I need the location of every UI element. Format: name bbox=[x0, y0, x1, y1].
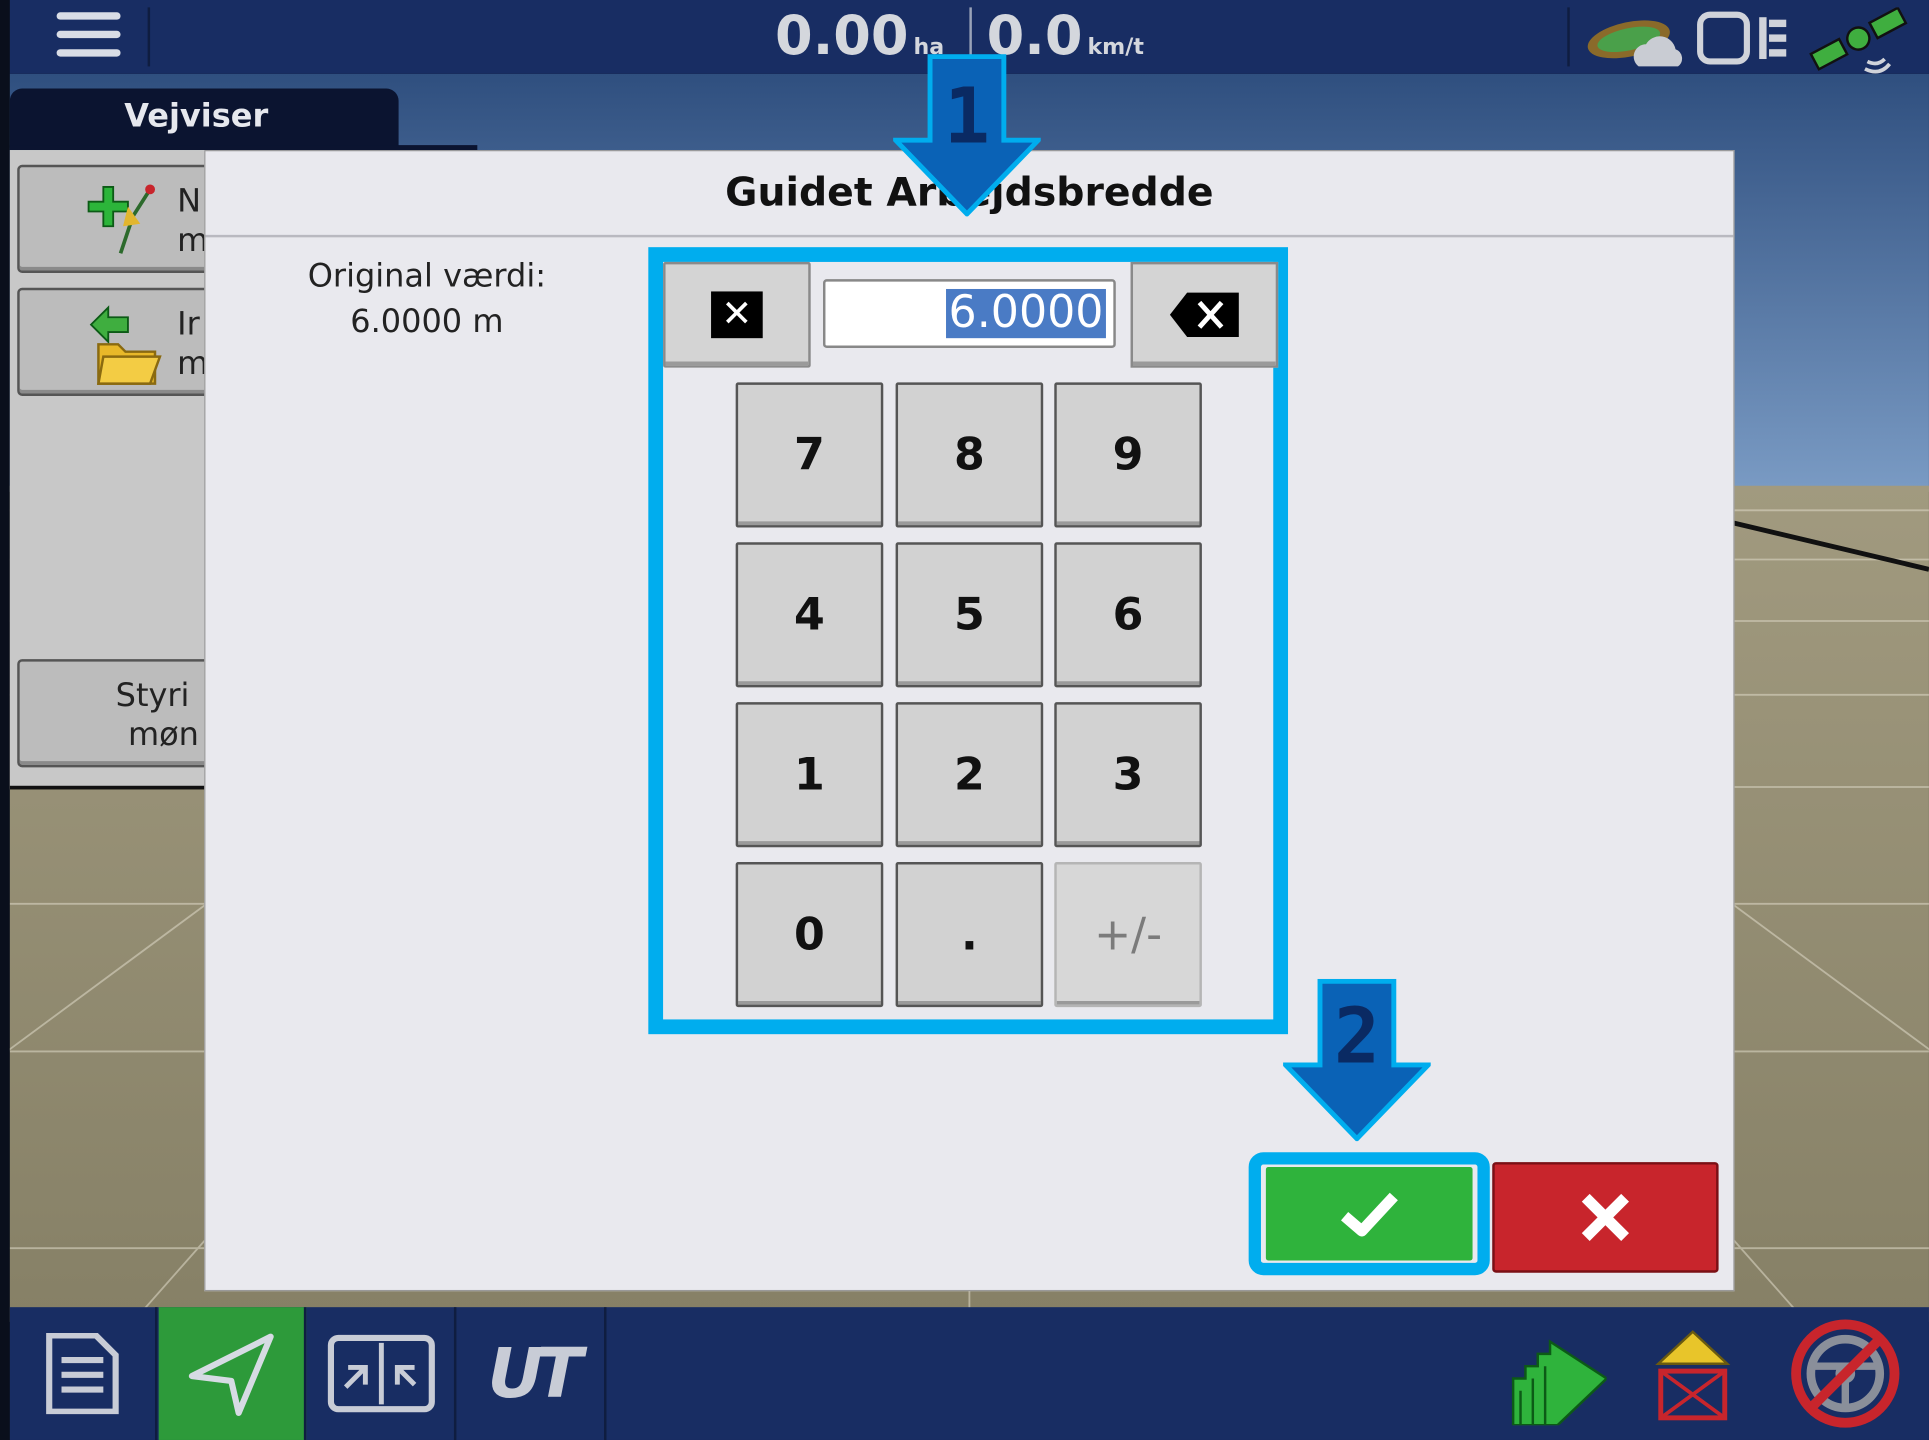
close-icon bbox=[1581, 1193, 1630, 1241]
speed-unit: km/t bbox=[1087, 34, 1144, 61]
display-devices-icon[interactable] bbox=[1695, 7, 1793, 68]
key-6[interactable]: 6 bbox=[1054, 542, 1202, 688]
cancel-button[interactable] bbox=[1492, 1162, 1719, 1273]
key-8[interactable]: 8 bbox=[895, 382, 1044, 528]
import-pattern-button[interactable]: Ir m bbox=[17, 287, 227, 396]
key-0[interactable]: 0 bbox=[735, 862, 884, 1008]
document-icon bbox=[46, 1332, 119, 1415]
import-folder-icon bbox=[89, 305, 162, 385]
product-swath-icon[interactable] bbox=[1653, 1329, 1732, 1422]
checkmark-icon bbox=[1341, 1192, 1398, 1237]
gps-satellite-icon[interactable] bbox=[1803, 7, 1916, 76]
key-5[interactable]: 5 bbox=[895, 542, 1044, 688]
confirm-button[interactable] bbox=[1265, 1166, 1473, 1261]
key-decimal[interactable]: . bbox=[895, 862, 1044, 1008]
key-9[interactable]: 9 bbox=[1054, 382, 1202, 528]
new-pattern-button[interactable]: N m bbox=[17, 164, 227, 273]
tab-guidance-label: Vejviser bbox=[124, 98, 269, 136]
screen: 0.00 ha 0.0 km/t Vejviser N m Ir m Styri… bbox=[0, 0, 1929, 1440]
key-plus-minus: +/- bbox=[1054, 862, 1202, 1008]
work-width-dialog: Guidet Arbejdsbredde Original værdi: 6.0… bbox=[204, 150, 1735, 1292]
steering-pattern-label-2: møn bbox=[127, 716, 199, 754]
nav-universal-terminal[interactable]: UT bbox=[459, 1307, 607, 1440]
original-value-block: Original værdi: 6.0000 m bbox=[279, 255, 574, 346]
key-7[interactable]: 7 bbox=[735, 382, 884, 528]
guidance-arrow-icon bbox=[188, 1333, 274, 1416]
backspace-icon bbox=[1169, 292, 1239, 337]
divider bbox=[147, 7, 151, 67]
key-4[interactable]: 4 bbox=[735, 542, 884, 688]
step-1-arrow: 1 bbox=[889, 54, 1045, 218]
bottom-nav-bar: UT bbox=[9, 1307, 1929, 1440]
ut-icon: UT bbox=[487, 1333, 583, 1414]
value-input-text: 6.0000 bbox=[946, 288, 1106, 339]
step-2-arrow: 2 bbox=[1279, 978, 1435, 1143]
tab-guidance[interactable]: Vejviser bbox=[9, 88, 399, 148]
nav-split-screen[interactable] bbox=[309, 1307, 457, 1440]
import-pattern-label-1: Ir bbox=[177, 306, 200, 344]
key-1[interactable]: 1 bbox=[735, 702, 884, 848]
nav-guidance[interactable] bbox=[158, 1307, 307, 1440]
step-1-number: 1 bbox=[943, 71, 990, 162]
new-guideline-icon bbox=[87, 184, 156, 254]
key-2[interactable]: 2 bbox=[895, 702, 1044, 848]
hamburger-menu-icon[interactable] bbox=[56, 12, 121, 61]
area-value: 0.00 bbox=[775, 4, 909, 68]
clear-icon: ✕ bbox=[711, 291, 763, 339]
dialog-title-separator bbox=[205, 234, 1734, 238]
original-value: 6.0000 m bbox=[350, 303, 504, 341]
steering-pattern-label-1: Styri bbox=[115, 677, 190, 715]
divider bbox=[1567, 7, 1570, 67]
backspace-button[interactable] bbox=[1130, 261, 1279, 368]
step-2-number: 2 bbox=[1333, 991, 1380, 1081]
value-input[interactable]: 6.0000 bbox=[823, 279, 1116, 349]
new-pattern-label-1: N bbox=[177, 183, 202, 221]
key-3[interactable]: 3 bbox=[1054, 702, 1202, 848]
nav-documents[interactable] bbox=[10, 1307, 158, 1440]
clear-button[interactable]: ✕ bbox=[663, 261, 811, 368]
coverage-map-icon[interactable] bbox=[1496, 1329, 1607, 1426]
split-screen-icon bbox=[327, 1334, 435, 1413]
steering-disabled-icon[interactable] bbox=[1789, 1317, 1902, 1430]
field-weather-icon[interactable] bbox=[1582, 7, 1688, 73]
steering-pattern-button[interactable]: Styri møn bbox=[17, 659, 227, 768]
original-value-label: Original værdi: bbox=[307, 258, 546, 296]
